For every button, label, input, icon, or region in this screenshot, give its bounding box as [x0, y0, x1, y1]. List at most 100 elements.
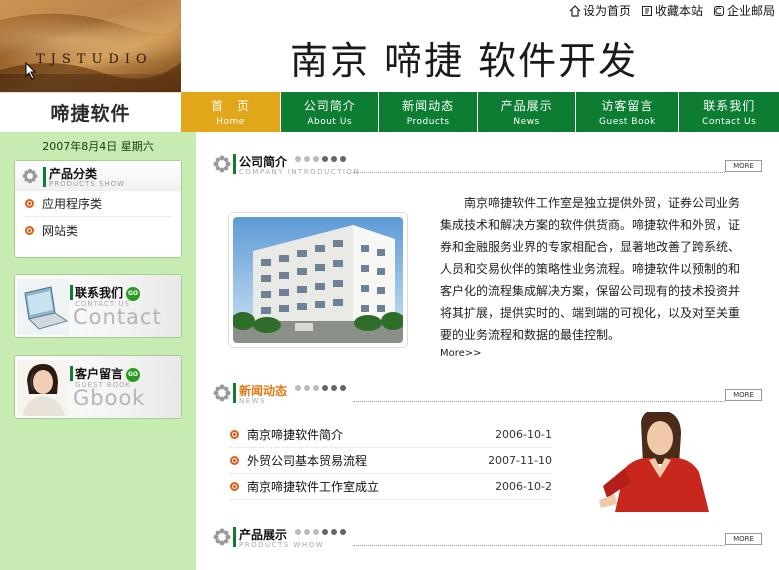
guestbook-promo-bigtext: Gbook	[73, 386, 146, 410]
home-icon	[569, 4, 581, 17]
set-homepage-label: 设为首页	[582, 4, 631, 18]
news-item[interactable]: 南京啼捷软件工作室成立 2006-10-2	[230, 474, 552, 500]
news-item-title: 南京啼捷软件工作室成立	[247, 480, 380, 494]
nav-news[interactable]: 新闻动态 Products	[378, 92, 477, 132]
product-category-box: 产品分类 PRODUCTS SHOW 应用程序类 网站类	[14, 160, 182, 258]
product-category-subtitle: PRODUCTS SHOW	[49, 180, 126, 188]
category-label: 应用程序类	[42, 197, 103, 211]
intro-more-button[interactable]: MORE	[725, 160, 762, 172]
news-item-date: 2006-10-1	[495, 428, 552, 441]
laptop-icon	[17, 279, 69, 335]
nav-home-en: Home	[216, 117, 245, 127]
promo-accent-bar	[70, 285, 73, 300]
nav-products-en: News	[513, 117, 540, 127]
products-header: 产品展示 PRODUCTS WHOW MORE	[213, 526, 762, 550]
news-model-photo	[585, 412, 737, 512]
main-nav: 首 页 Home 公司简介 About Us 新闻动态 Products 产品展…	[181, 92, 779, 132]
bullet-icon	[25, 199, 34, 208]
product-category-header: 产品分类 PRODUCTS SHOW	[15, 161, 181, 191]
nav-guestbook-cn: 访客留言	[601, 99, 654, 113]
contact-promo-bigtext: Contact	[73, 305, 162, 329]
news-list: 南京啼捷软件简介 2006-10-1 外贸公司基本贸易流程 2007-11-10…	[230, 422, 552, 500]
flower-icon	[213, 528, 231, 546]
flower-icon	[213, 155, 231, 173]
header-divider	[353, 545, 725, 546]
enterprise-mail-link[interactable]: 企业邮局	[713, 2, 775, 19]
decorative-dots	[295, 156, 346, 162]
mail-icon	[713, 5, 724, 16]
building-image	[233, 217, 403, 343]
guestbook-promo-title-text: 客户留言	[75, 367, 124, 381]
brand-name: 啼捷软件	[50, 103, 131, 125]
news-subtitle: NEWS	[239, 397, 267, 405]
mouse-cursor-icon	[25, 62, 37, 80]
top-links: 设为首页 收藏本站 企业邮局	[569, 2, 775, 19]
news-item-title: 外贸公司基本贸易流程	[247, 454, 368, 468]
category-label: 网站类	[42, 223, 79, 238]
sidebar: 2007年8月4日 星期六 产品分类 PRODUCTS SHOW 应用程序类 网…	[0, 132, 196, 570]
nav-products-cn: 产品展示	[500, 99, 553, 113]
brand-box: 啼捷软件	[0, 92, 181, 132]
header-accent-bar	[233, 154, 236, 174]
studio-logo-text: TJSTUDIO	[36, 52, 153, 67]
contact-us-promo[interactable]: 联系我们 GO CONTACT US Contact	[14, 274, 182, 338]
nav-about-en: About Us	[307, 117, 353, 127]
office-building-photo	[228, 212, 408, 348]
decorative-dots	[295, 385, 346, 391]
current-date: 2007年8月4日 星期六	[42, 140, 154, 153]
promo-accent-bar	[70, 366, 73, 381]
flower-icon	[213, 384, 231, 402]
products-subtitle: PRODUCTS WHOW	[239, 541, 325, 549]
news-more-button[interactable]: MORE	[725, 389, 762, 401]
nav-guestbook-en: Guest Book	[599, 117, 656, 127]
bullet-icon	[230, 482, 239, 491]
set-homepage-link[interactable]: 设为首页	[569, 2, 631, 19]
enterprise-mail-label: 企业邮局	[726, 4, 775, 18]
nav-news-cn: 新闻动态	[402, 99, 455, 113]
products-more-button[interactable]: MORE	[725, 533, 762, 545]
header-accent-bar	[43, 167, 46, 187]
category-item-websites[interactable]: 网站类	[25, 217, 171, 243]
bookmark-site-link[interactable]: 收藏本站	[641, 2, 703, 19]
nav-products[interactable]: 产品展示 News	[476, 92, 576, 132]
news-item-date: 2006-10-2	[495, 480, 552, 493]
nav-about[interactable]: 公司简介 About Us	[280, 92, 379, 132]
nav-contact-cn: 联系我们	[703, 99, 756, 113]
company-intro-header: 公司简介 COMPANY INTRODUCTION MORE	[213, 153, 762, 177]
go-badge: GO	[126, 367, 141, 382]
contact-promo-title-text: 联系我们	[75, 286, 124, 300]
company-intro-subtitle: COMPANY INTRODUCTION	[239, 168, 361, 176]
bullet-icon	[230, 456, 239, 465]
intro-more-link[interactable]: More>>	[440, 348, 482, 359]
woman-red-jacket-image	[585, 412, 737, 512]
company-intro-text: 南京啼捷软件工作室是独立提供外贸，证券公司业务集成技术和解决方案的软件供货商。啼…	[440, 196, 741, 342]
news-header: 新闻动态 NEWS MORE	[213, 382, 762, 406]
header-divider	[353, 172, 725, 173]
news-item[interactable]: 外贸公司基本贸易流程 2007-11-10	[230, 448, 552, 474]
operator-woman-icon	[17, 360, 69, 416]
guestbook-promo[interactable]: 客户留言 GO GUEST BOOK Gbook	[14, 355, 182, 419]
news-item-title: 南京啼捷软件简介	[247, 428, 344, 442]
site-title: 南京 啼捷 软件开发	[290, 39, 639, 83]
guestbook-promo-title: 客户留言 GO	[75, 365, 141, 382]
contact-promo-title: 联系我们 GO	[75, 284, 141, 301]
flower-icon	[22, 168, 38, 184]
nav-guestbook[interactable]: 访客留言 Guest Book	[575, 92, 679, 132]
header-accent-bar	[233, 383, 236, 403]
nav-home-cn: 首 页	[210, 99, 250, 113]
nav-news-en: Products	[406, 117, 450, 127]
bullet-icon	[230, 430, 239, 439]
bullet-icon	[25, 225, 34, 235]
nav-contact[interactable]: 联系我们 Contact Us	[678, 92, 779, 132]
bookmark-icon	[641, 5, 652, 16]
news-item-date: 2007-11-10	[488, 454, 552, 467]
nav-about-cn: 公司简介	[303, 99, 356, 113]
go-badge: GO	[126, 286, 141, 301]
header-divider	[353, 401, 725, 402]
nav-home[interactable]: 首 页 Home	[181, 92, 280, 132]
nav-contact-en: Contact Us	[702, 117, 757, 127]
category-item-apps[interactable]: 应用程序类	[25, 191, 171, 217]
news-item[interactable]: 南京啼捷软件简介 2006-10-1	[230, 422, 552, 448]
decorative-dots	[295, 529, 346, 535]
bookmark-site-label: 收藏本站	[654, 4, 703, 18]
